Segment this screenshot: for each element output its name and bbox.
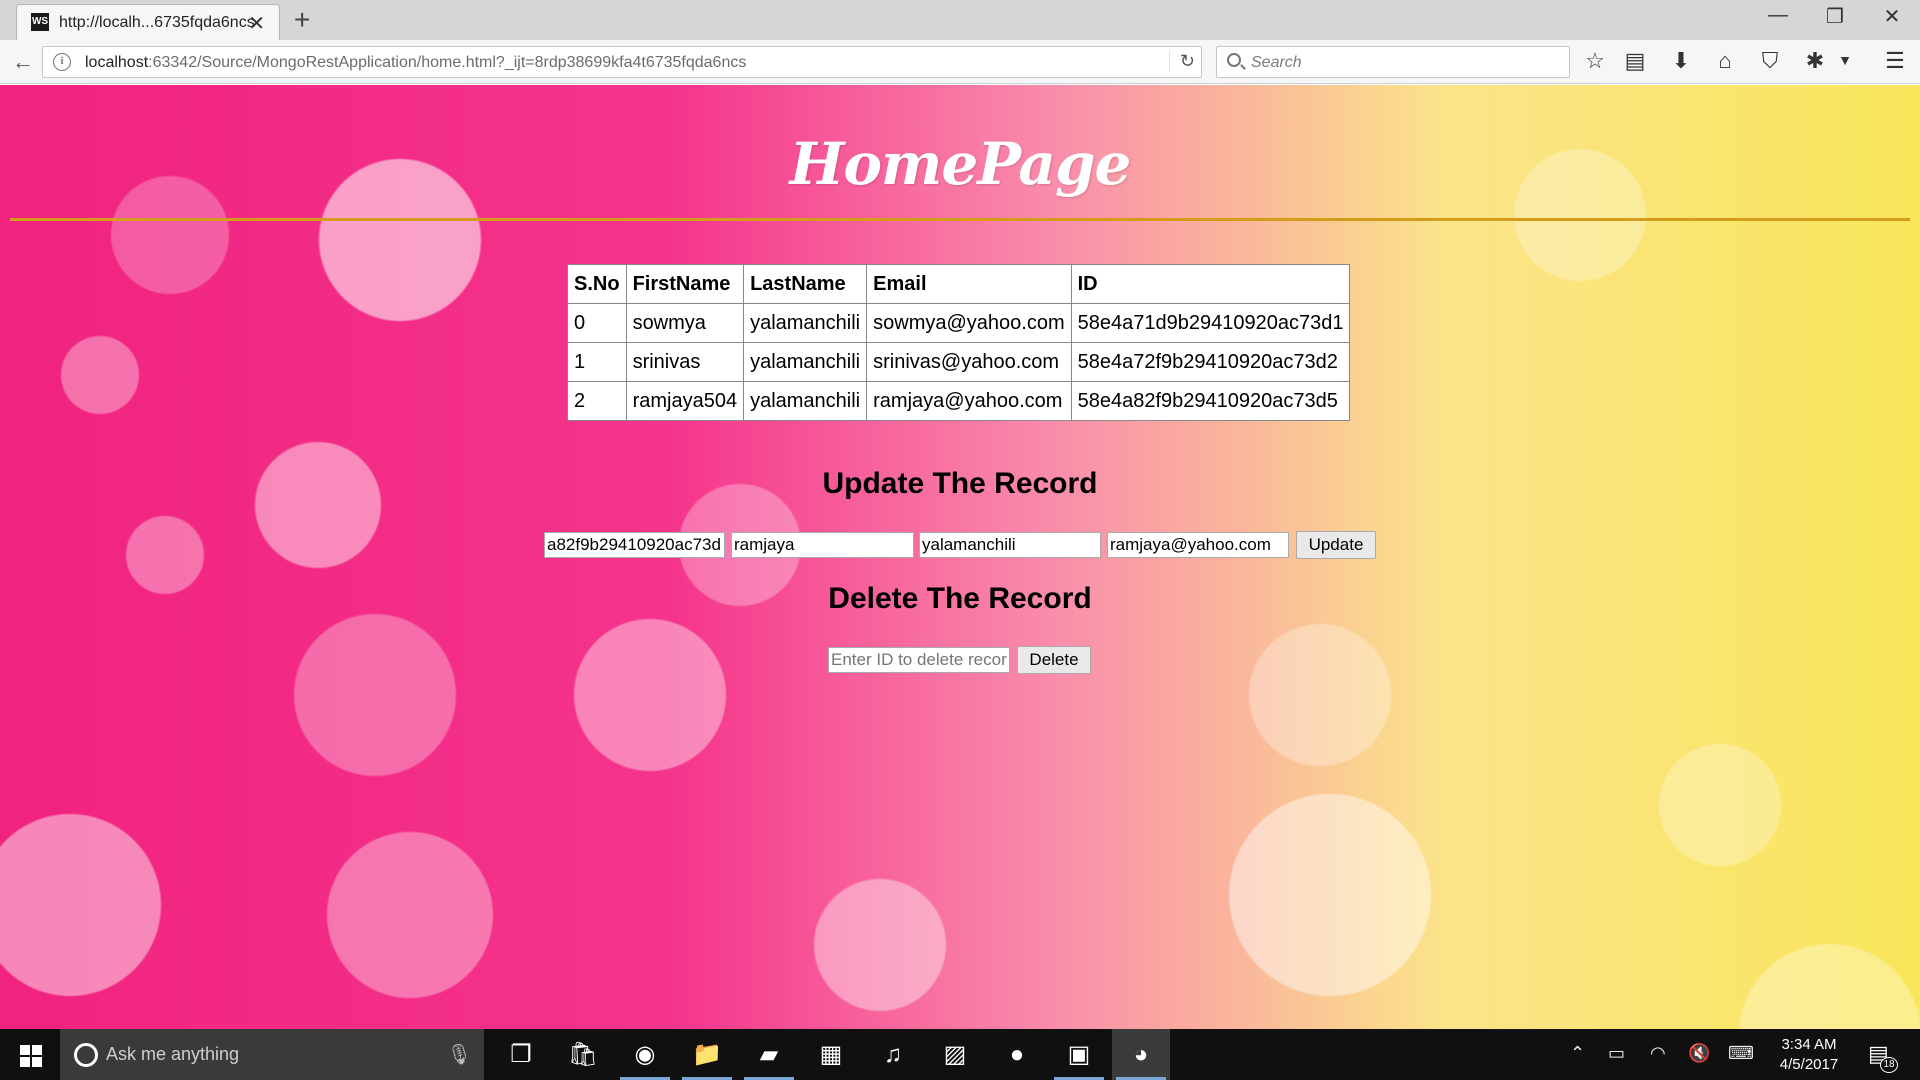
- tray-chevron-icon[interactable]: ⌃: [1570, 1043, 1585, 1064]
- restore-icon[interactable]: ❐: [1815, 4, 1855, 29]
- extension-icon[interactable]: ✱: [1800, 48, 1830, 74]
- terminal-icon[interactable]: ▦: [802, 1029, 860, 1080]
- cell-lastname: yalamanchili: [743, 381, 868, 421]
- delete-button[interactable]: Delete: [1017, 646, 1091, 674]
- update-email-field[interactable]: [1107, 532, 1289, 558]
- table-row: 1 srinivas yalamanchili srinivas@yahoo.c…: [567, 342, 1351, 382]
- back-icon[interactable]: ←: [12, 49, 34, 75]
- firefox-icon[interactable]: ◕: [1112, 1029, 1170, 1080]
- browser-tab[interactable]: WS http://localh...6735fqda6ncs ✕: [16, 4, 280, 40]
- cell-sno: 0: [567, 303, 627, 343]
- cell-firstname: sowmya: [625, 303, 745, 343]
- window-close-icon[interactable]: ✕: [1872, 4, 1912, 29]
- cell-id: 58e4a71d9b29410920ac73d1: [1070, 303, 1351, 343]
- windows-taskbar: Ask me anything 🎙 ❐ 🛍 ◉ 📁 ▰ ▦ ♫ ▨ ● ▣ ◕ …: [0, 1029, 1920, 1080]
- url-path: :63342/Source/MongoRestApplication/home.…: [148, 54, 747, 71]
- bookmark-star-icon[interactable]: ☆: [1580, 48, 1610, 74]
- browser-search-box[interactable]: Search: [1216, 46, 1570, 78]
- update-button[interactable]: Update: [1296, 531, 1376, 559]
- sticky-notes-icon[interactable]: ▰: [740, 1029, 798, 1080]
- github-icon[interactable]: ●: [988, 1029, 1046, 1080]
- photos-icon[interactable]: ▨: [926, 1029, 984, 1080]
- url-host: localhost: [85, 54, 149, 71]
- delete-id-field[interactable]: [828, 647, 1010, 673]
- tab-close-icon[interactable]: ✕: [248, 11, 265, 36]
- windows-start-icon[interactable]: [20, 1045, 42, 1067]
- extension-dropdown-icon[interactable]: ▼: [1830, 52, 1860, 68]
- table-row: 0 sowmya yalamanchili sowmya@yahoo.com 5…: [567, 303, 1351, 343]
- records-table: S.No FirstName LastName Email ID 0 sowmy…: [567, 264, 1351, 421]
- home-icon[interactable]: ⌂: [1710, 48, 1740, 74]
- info-icon[interactable]: i: [53, 53, 71, 71]
- search-placeholder: Search: [1251, 54, 1302, 71]
- delete-heading: Delete The Record: [828, 582, 1092, 615]
- search-icon: [1227, 53, 1241, 67]
- title-divider: [10, 218, 1910, 221]
- cell-email: ramjaya@yahoo.com: [866, 381, 1072, 421]
- notification-count-badge: 18: [1880, 1057, 1898, 1073]
- browser-tab-bar: WS http://localh...6735fqda6ncs ✕ + — ❐ …: [0, 0, 1920, 40]
- page-content: HomePage S.No FirstName LastName Email I…: [0, 85, 1920, 1029]
- reload-icon[interactable]: ↻: [1168, 51, 1195, 72]
- cell-lastname: yalamanchili: [743, 303, 868, 343]
- browser-nav-bar: ← i localhost:63342/Source/MongoRestAppl…: [0, 40, 1920, 84]
- tab-title: http://localh...6735fqda6ncs: [59, 14, 255, 31]
- table-header-row: S.No FirstName LastName Email ID: [567, 264, 1351, 304]
- cell-sno: 2: [567, 381, 627, 421]
- download-icon[interactable]: ⬇: [1666, 48, 1696, 74]
- new-tab-icon[interactable]: +: [294, 4, 310, 36]
- update-id-field[interactable]: [544, 532, 725, 558]
- cell-lastname: yalamanchili: [743, 342, 868, 382]
- clock-time: 3:34 AM: [1781, 1036, 1837, 1053]
- wifi-icon[interactable]: ◠: [1650, 1043, 1666, 1064]
- pocket-icon[interactable]: ⛉: [1755, 48, 1785, 74]
- microphone-icon[interactable]: 🎙: [447, 1042, 472, 1067]
- webstorm-favicon-icon: WS: [31, 13, 49, 31]
- taskbar-clock[interactable]: 3:34 AM 4/5/2017: [1772, 1035, 1846, 1075]
- address-bar[interactable]: i localhost:63342/Source/MongoRestApplic…: [42, 46, 1202, 78]
- update-lastname-field[interactable]: [919, 532, 1101, 558]
- cortana-search-box[interactable]: Ask me anything 🎙: [60, 1029, 484, 1080]
- header-email: Email: [866, 264, 1072, 304]
- header-id: ID: [1070, 264, 1351, 304]
- url-text[interactable]: localhost:63342/Source/MongoRestApplicat…: [85, 54, 746, 72]
- keyboard-icon[interactable]: ⌨: [1728, 1043, 1754, 1064]
- menu-icon[interactable]: ☰: [1880, 48, 1910, 74]
- cell-sno: 1: [567, 342, 627, 382]
- cell-firstname: srinivas: [625, 342, 745, 382]
- battery-icon[interactable]: ▭: [1608, 1043, 1625, 1064]
- itunes-icon[interactable]: ♫: [864, 1029, 922, 1080]
- clock-date: 4/5/2017: [1779, 1056, 1839, 1073]
- reading-list-icon[interactable]: ▤: [1620, 48, 1650, 74]
- file-explorer-icon[interactable]: 📁: [678, 1029, 736, 1080]
- task-view-icon[interactable]: ❐: [492, 1029, 550, 1080]
- cortana-icon: [74, 1043, 98, 1067]
- store-icon[interactable]: 🛍: [554, 1029, 612, 1080]
- table-row: 2 ramjaya504 yalamanchili ramjaya@yahoo.…: [567, 381, 1351, 421]
- minimize-icon[interactable]: —: [1758, 4, 1798, 27]
- header-lastname: LastName: [743, 264, 868, 304]
- cell-firstname: ramjaya504: [625, 381, 745, 421]
- volume-muted-icon[interactable]: 🔇: [1688, 1043, 1710, 1064]
- cell-email: sowmya@yahoo.com: [866, 303, 1072, 343]
- chrome-icon[interactable]: ◉: [616, 1029, 674, 1080]
- cell-id: 58e4a72f9b29410920ac73d2: [1070, 342, 1351, 382]
- update-heading: Update The Record: [822, 467, 1098, 500]
- update-firstname-field[interactable]: [731, 532, 914, 558]
- cell-id: 58e4a82f9b29410920ac73d5: [1070, 381, 1351, 421]
- cortana-search-text: Ask me anything: [106, 1044, 240, 1064]
- page-title: HomePage: [789, 130, 1132, 198]
- webstorm-icon[interactable]: ▣: [1050, 1029, 1108, 1080]
- header-firstname: FirstName: [625, 264, 745, 304]
- header-sno: S.No: [567, 264, 627, 304]
- cell-email: srinivas@yahoo.com: [866, 342, 1072, 382]
